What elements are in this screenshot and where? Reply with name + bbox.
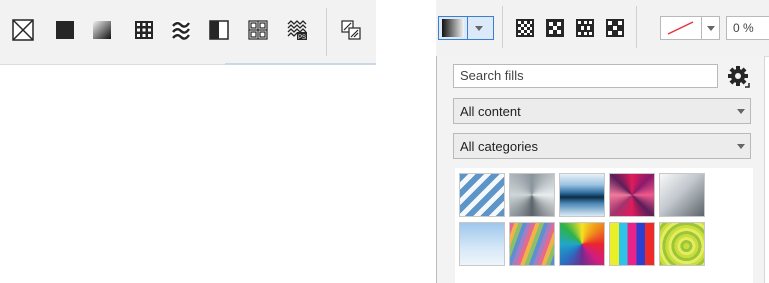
transparency-input[interactable]: 0 % — [726, 16, 769, 40]
category-select[interactable]: All categories — [453, 133, 751, 159]
content-select[interactable]: All content — [453, 98, 751, 124]
copy-fill-properties-icon — [341, 20, 361, 40]
toolbar-separator — [326, 8, 327, 56]
texture-fill-icon — [248, 20, 268, 40]
two-color-pattern-fill-button[interactable] — [208, 19, 230, 41]
swatch-diagonal-stripes[interactable] — [459, 173, 505, 217]
uniform-fill-icon — [56, 21, 74, 39]
chevron-down-icon — [737, 109, 745, 114]
checker-pattern-2-icon[interactable] — [546, 19, 564, 37]
swatch-color-pinwheel[interactable] — [559, 222, 605, 266]
no-fill-icon — [12, 19, 34, 41]
gear-icon[interactable] — [727, 65, 751, 89]
copy-fill-properties-button[interactable] — [340, 19, 362, 41]
content-select-value: All content — [460, 104, 521, 119]
fill-picker-panel: Search fills All content All categories — [436, 56, 765, 283]
checker-pattern-3-icon[interactable] — [576, 19, 594, 37]
postscript-fill-icon: PS — [287, 20, 307, 41]
toolbar-highlight-line — [225, 63, 376, 65]
fountain-fill-icon — [93, 21, 111, 39]
chevron-down-icon[interactable] — [707, 26, 715, 31]
two-color-pattern-fill-icon — [209, 20, 229, 40]
outline-style-dropdown[interactable] — [660, 16, 720, 40]
current-fill-dropdown[interactable] — [438, 16, 494, 40]
svg-text:PS: PS — [298, 35, 306, 41]
swatch-rainbow-diagonal-stripes[interactable] — [509, 222, 555, 266]
vector-pattern-fill-button[interactable] — [133, 19, 155, 41]
toolbar-separator — [502, 6, 503, 48]
chevron-down-icon — [737, 144, 745, 149]
uniform-fill-button[interactable] — [54, 19, 76, 41]
toolbar-separator — [636, 6, 637, 48]
texture-fill-button[interactable] — [247, 19, 269, 41]
swatch-silver-conical[interactable] — [509, 173, 555, 217]
swatch-green-concentric-rings[interactable] — [659, 222, 705, 266]
category-select-value: All categories — [460, 139, 539, 154]
postscript-fill-button[interactable]: PS — [286, 19, 308, 41]
checker-pattern-1-icon[interactable] — [516, 19, 534, 37]
bitmap-pattern-fill-icon — [172, 21, 190, 40]
swatch-vertical-rainbow-bars[interactable] — [609, 222, 655, 266]
bitmap-pattern-fill-button[interactable] — [170, 19, 192, 41]
vector-pattern-fill-icon — [135, 21, 153, 39]
fill-swatch-grid — [455, 168, 753, 283]
no-fill-button[interactable] — [12, 19, 34, 41]
chevron-down-icon[interactable] — [475, 26, 483, 31]
swatch-magenta-starburst[interactable] — [609, 173, 655, 217]
swatch-sky-blue-gradient[interactable] — [459, 222, 505, 266]
swatch-silver-gradient[interactable] — [659, 173, 705, 217]
fountain-fill-button[interactable] — [91, 19, 113, 41]
search-fills-input[interactable]: Search fills — [453, 64, 718, 88]
fill-type-toolbar: PS — [0, 0, 376, 65]
red-line-icon — [667, 21, 694, 35]
fill-picker-toolbar: 0 % — [436, 0, 769, 57]
swatch-blue-metal-bands[interactable] — [559, 173, 605, 217]
fountain-fill-swatch-icon — [442, 19, 464, 37]
checker-pattern-4-icon[interactable] — [606, 19, 624, 37]
